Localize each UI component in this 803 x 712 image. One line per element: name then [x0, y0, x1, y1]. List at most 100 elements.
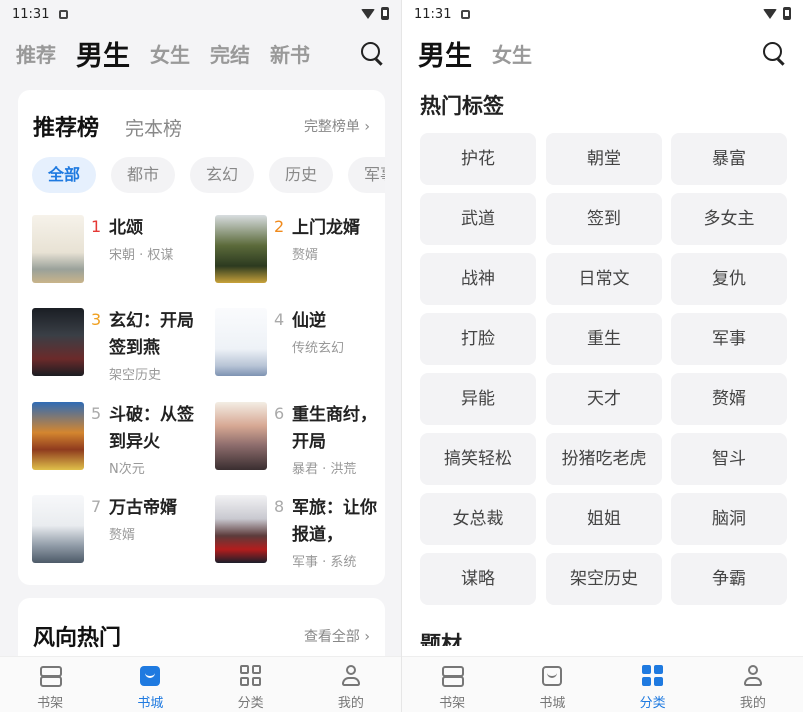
tag-item[interactable]: 异能 — [420, 373, 536, 425]
book-item[interactable]: 4 仙逆 传统玄幻 — [215, 308, 395, 398]
book-item[interactable]: 6 重生商纣，开局 暴君 · 洪荒 — [215, 402, 395, 492]
book-rank: 8 — [274, 497, 285, 516]
bottom-navigation: 书架 书城 分类 我的 — [402, 656, 803, 712]
status-indicators — [361, 7, 389, 20]
book-cover — [215, 402, 267, 470]
book-title: 军旅：让你报道， — [292, 498, 377, 545]
hot-tags-title: 热门标签 — [420, 94, 504, 118]
tag-item[interactable]: 争霸 — [671, 553, 787, 605]
trending-card-header: 风向热门 查看全部 › — [33, 620, 370, 651]
ranking-card: 推荐榜 完本榜 完整榜单 › 全部都市玄幻历史军事 1 北颂 宋朝 · 权谋 2… — [18, 90, 385, 585]
tab-female[interactable]: 女生 — [150, 39, 190, 68]
tab-completed-rank[interactable]: 完本榜 — [125, 114, 182, 141]
book-item[interactable]: 5 斗破：从签到异火 N次元 — [32, 402, 212, 492]
tab-recommend[interactable]: 推荐 — [16, 39, 56, 68]
tag-item[interactable]: 脑洞 — [671, 493, 787, 545]
category-grid-icon — [239, 665, 262, 687]
nav-category[interactable]: 分类 — [603, 657, 703, 712]
book-rank: 1 — [91, 217, 102, 236]
bottom-navigation: 书架 书城 分类 我的 — [0, 656, 401, 712]
chip-all[interactable]: 全部 — [32, 157, 96, 193]
tag-item[interactable]: 签到 — [546, 193, 662, 245]
book-item[interactable]: 1 北颂 宋朝 · 权谋 — [32, 215, 212, 305]
bookshelf-icon — [441, 665, 465, 687]
book-item[interactable]: 2 上门龙婿 赘婿 — [215, 215, 395, 305]
nav-profile[interactable]: 我的 — [301, 657, 401, 712]
bookstore-icon — [139, 665, 161, 687]
nav-label: 我的 — [337, 696, 364, 711]
book-tags: 架空历史 — [109, 368, 162, 383]
nav-label: 我的 — [739, 696, 766, 711]
tab-male[interactable]: 男生 — [76, 34, 130, 73]
tag-item[interactable]: 架空历史 — [546, 553, 662, 605]
nav-bookshelf[interactable]: 书架 — [0, 657, 100, 712]
tag-item[interactable]: 赘婿 — [671, 373, 787, 425]
full-ranking-link[interactable]: 完整榜单 › — [304, 116, 370, 136]
tag-item[interactable]: 智斗 — [671, 433, 787, 485]
nav-bookstore[interactable]: 书城 — [502, 657, 602, 712]
bookshelf-icon — [39, 665, 63, 687]
book-cover — [32, 402, 84, 470]
gender-tabs: 男生 女生 — [402, 28, 803, 78]
nav-label: 书架 — [37, 696, 64, 711]
tag-item[interactable]: 暴富 — [671, 133, 787, 185]
book-item[interactable]: 7 万古帝婿 赘婿 — [32, 495, 212, 585]
genre-chips: 全部都市玄幻历史军事 — [32, 157, 385, 193]
nav-bookstore[interactable]: 书城 — [100, 657, 200, 712]
category-grid-icon — [641, 665, 664, 687]
tag-item[interactable]: 谋略 — [420, 553, 536, 605]
nav-profile[interactable]: 我的 — [703, 657, 803, 712]
book-rank: 2 — [274, 217, 285, 236]
battery-icon — [381, 7, 389, 20]
chip-military[interactable]: 军事 — [348, 157, 385, 193]
book-cover — [32, 495, 84, 563]
nav-bookshelf[interactable]: 书架 — [402, 657, 502, 712]
status-bar: 11:31 — [402, 0, 803, 28]
view-all-link[interactable]: 查看全部 › — [304, 626, 370, 646]
tab-female[interactable]: 女生 — [492, 39, 532, 68]
tag-item[interactable]: 多女主 — [671, 193, 787, 245]
book-cover — [215, 308, 267, 376]
wifi-icon — [763, 8, 777, 19]
book-title: 玄幻：开局签到燕 — [109, 311, 194, 358]
nav-label: 书城 — [539, 696, 566, 711]
battery-icon — [783, 7, 791, 20]
tab-new-books[interactable]: 新书 — [270, 39, 310, 68]
tab-recommend-rank[interactable]: 推荐榜 — [33, 110, 99, 142]
tag-item[interactable]: 朝堂 — [546, 133, 662, 185]
nav-category[interactable]: 分类 — [201, 657, 301, 712]
tab-completed[interactable]: 完结 — [210, 39, 250, 68]
tab-male[interactable]: 男生 — [418, 34, 472, 73]
search-icon[interactable] — [761, 40, 787, 66]
tag-item[interactable]: 搞笑轻松 — [420, 433, 536, 485]
tag-item[interactable]: 复仇 — [671, 253, 787, 305]
search-icon[interactable] — [359, 40, 385, 66]
tag-item[interactable]: 天才 — [546, 373, 662, 425]
tag-item[interactable]: 重生 — [546, 313, 662, 365]
notification-icon — [461, 9, 471, 19]
tag-item[interactable]: 战神 — [420, 253, 536, 305]
chip-history[interactable]: 历史 — [269, 157, 333, 193]
tag-item[interactable]: 日常文 — [546, 253, 662, 305]
trending-title: 风向热门 — [33, 626, 122, 651]
chip-urban[interactable]: 都市 — [111, 157, 175, 193]
tag-item[interactable]: 护花 — [420, 133, 536, 185]
book-tags: 赘婿 — [292, 248, 319, 263]
chip-fantasy[interactable]: 玄幻 — [190, 157, 254, 193]
book-tags: 宋朝 · 权谋 — [109, 248, 174, 263]
book-cover — [32, 308, 84, 376]
tag-item[interactable]: 打脸 — [420, 313, 536, 365]
tag-item[interactable]: 女总裁 — [420, 493, 536, 545]
tag-item[interactable]: 姐姐 — [546, 493, 662, 545]
book-cover — [32, 215, 84, 283]
book-item[interactable]: 3 玄幻：开局签到燕 架空历史 — [32, 308, 212, 398]
book-title: 北颂 — [109, 218, 143, 238]
tag-item[interactable]: 武道 — [420, 193, 536, 245]
tag-item[interactable]: 军事 — [671, 313, 787, 365]
book-item[interactable]: 8 军旅：让你报道， 军事 · 系统 — [215, 495, 395, 585]
tag-item[interactable]: 扮猪吃老虎 — [546, 433, 662, 485]
nav-label: 书城 — [137, 696, 164, 711]
book-cover — [215, 495, 267, 563]
status-time: 11:31 — [414, 6, 452, 22]
book-title: 万古帝婿 — [109, 498, 177, 518]
